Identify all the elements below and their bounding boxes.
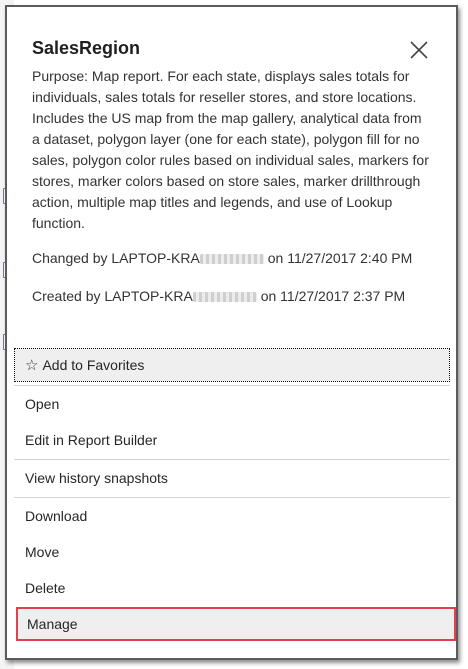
menu-divider (14, 385, 450, 386)
created-by-suffix: on 11/27/2017 2:37 PM (260, 288, 406, 304)
delete-menu-item[interactable]: Delete (14, 571, 450, 605)
redacted-username (199, 254, 264, 265)
report-description: Purpose: Map report. For each state, dis… (32, 68, 429, 231)
manage-label: Manage (27, 616, 78, 632)
redacted-username (192, 292, 257, 303)
download-menu-item[interactable]: Download (14, 499, 450, 533)
created-by-info: Created by LAPTOP-KRA on 11/27/2017 2:37… (32, 288, 432, 305)
download-label: Download (25, 508, 88, 524)
changed-by-prefix: Changed by LAPTOP-KRA (32, 250, 200, 266)
menu-divider (14, 497, 450, 498)
view-history-snapshots-label: View history snapshots (25, 470, 168, 486)
open-label: Open (25, 396, 60, 412)
created-by-prefix: Created by LAPTOP-KRA (32, 288, 193, 304)
edit-in-report-builder-menu-item[interactable]: Edit in Report Builder (14, 423, 450, 457)
star-icon: ☆ (25, 357, 39, 374)
menu-divider (14, 459, 450, 460)
close-icon (410, 41, 428, 59)
close-button[interactable] (406, 37, 432, 63)
manage-menu-item[interactable]: Manage (16, 607, 456, 641)
add-to-favorites-button[interactable]: ☆ Add to Favorites (14, 348, 450, 382)
view-history-snapshots-menu-item[interactable]: View history snapshots (14, 461, 450, 495)
move-menu-item[interactable]: Move (14, 535, 450, 569)
panel-title: SalesRegion (32, 38, 141, 58)
delete-label: Delete (25, 580, 66, 596)
move-label: Move (25, 544, 60, 560)
edit-in-report-builder-label: Edit in Report Builder (25, 432, 158, 448)
changed-by-suffix: on 11/27/2017 2:40 PM (267, 250, 413, 266)
open-menu-item[interactable]: Open (14, 387, 450, 421)
add-to-favorites-label: Add to Favorites (42, 357, 145, 373)
changed-by-info: Changed by LAPTOP-KRA on 11/27/2017 2:40… (32, 250, 432, 267)
